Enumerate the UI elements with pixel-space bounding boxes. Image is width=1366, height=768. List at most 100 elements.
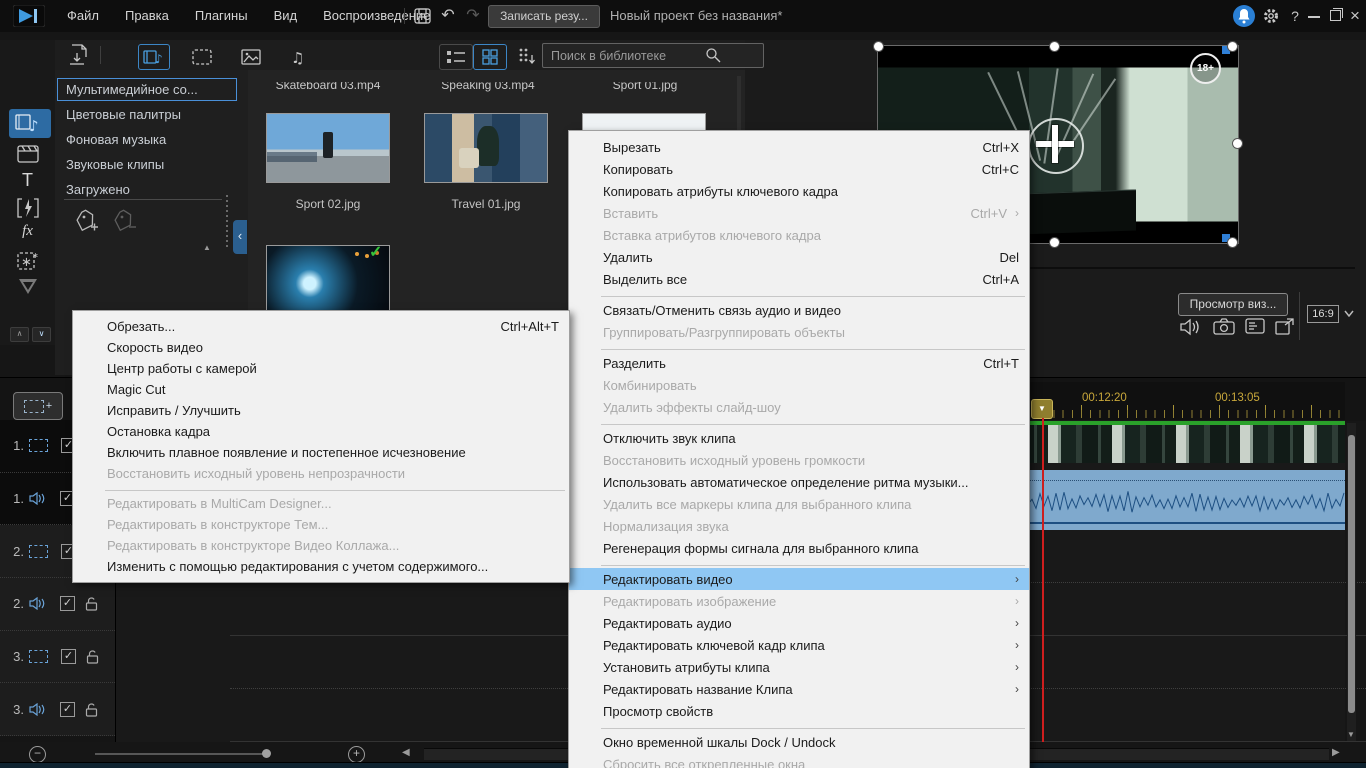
track-enable-checkbox[interactable]: ✓	[60, 596, 75, 611]
filter-music-icon[interactable]: ♫	[283, 44, 315, 70]
room-scroll-up-icon[interactable]: ∧	[10, 327, 29, 342]
project-room-icon[interactable]	[0, 145, 55, 163]
timeline-vscrollbar[interactable]	[1347, 423, 1356, 741]
media-room-icon[interactable]: ♪	[0, 112, 55, 134]
effect-room-icon[interactable]	[0, 198, 55, 218]
context-menu-item[interactable]: Просмотр свойств	[569, 700, 1029, 722]
resize-handle[interactable]	[1228, 42, 1237, 51]
submenu-item[interactable]: Редактировать в конструкторе Видео Колла…	[73, 535, 569, 556]
overlay-room-icon[interactable]: ∗∗	[0, 250, 55, 272]
context-menu-item[interactable]: Копировать атрибуты ключевого кадра	[569, 180, 1029, 202]
context-menu-item[interactable]: Нормализация звука	[569, 515, 1029, 537]
playhead-line[interactable]	[1042, 418, 1044, 742]
sort-icon[interactable]	[518, 47, 536, 65]
menubar-item[interactable]: Правка	[112, 0, 182, 32]
produce-button[interactable]: Записать резу...	[488, 5, 600, 28]
context-menu-item[interactable]: Установить атрибуты клипа ›	[569, 656, 1029, 678]
mute-speaker-icon[interactable]	[1180, 318, 1202, 336]
zoom-slider-track[interactable]	[95, 753, 270, 755]
resize-handle[interactable]	[1050, 42, 1059, 51]
context-menu-item[interactable]: Копировать Ctrl+C	[569, 158, 1029, 180]
undock-preview-icon[interactable]	[1275, 318, 1295, 335]
import-media-icon[interactable]	[69, 44, 91, 65]
context-menu-item[interactable]	[569, 722, 1029, 731]
filter-all-media-icon[interactable]: ♪	[138, 44, 170, 70]
media-thumbnail[interactable]	[266, 113, 390, 183]
list-view-icon[interactable]	[439, 44, 473, 70]
details-icon[interactable]	[1245, 318, 1265, 334]
submenu-item[interactable]: Изменить с помощью редактирования с учет…	[73, 556, 569, 577]
context-menu-item[interactable]: Отключить звук клипа	[569, 427, 1029, 449]
context-menu-item[interactable]	[569, 559, 1029, 568]
library-category-item[interactable]: Цветовые палитры	[57, 103, 237, 126]
context-menu-item[interactable]: Вставка атрибутов ключевого кадра	[569, 224, 1029, 246]
track-manager-button[interactable]: +	[13, 392, 63, 420]
save-icon[interactable]	[414, 8, 431, 24]
resize-handle[interactable]	[874, 42, 883, 51]
menubar-item[interactable]: Вид	[261, 0, 311, 32]
minimize-icon[interactable]	[1308, 16, 1320, 18]
submenu-item[interactable]	[73, 484, 569, 493]
room-scroll-down-icon[interactable]: ∨	[32, 327, 51, 342]
media-thumbnail-selected[interactable]: ✓	[266, 245, 390, 315]
context-menu-item[interactable]: Комбинировать	[569, 374, 1029, 396]
context-menu-item[interactable]: Связать/Отменить связь аудио и видео	[569, 299, 1029, 321]
submenu-item[interactable]: Редактировать в конструкторе Тем...	[73, 514, 569, 535]
preview-quality-button[interactable]: Просмотр виз...	[1178, 293, 1288, 316]
aspect-ratio-value[interactable]: 16:9	[1307, 305, 1339, 323]
timeline-scroll-left-icon[interactable]: ◀	[402, 747, 410, 758]
resize-handle[interactable]	[1050, 238, 1059, 247]
playhead-handle[interactable]: ▼	[1031, 399, 1053, 419]
category-scroll-up-icon[interactable]: ▲	[203, 243, 211, 252]
object-move-handle[interactable]	[1052, 125, 1058, 163]
context-menu-item[interactable]: Вставить Ctrl+V ›	[569, 202, 1029, 224]
context-menu-item[interactable]: Удалить Del	[569, 246, 1029, 268]
restore-icon[interactable]	[1330, 10, 1341, 21]
track-lock-icon[interactable]	[85, 702, 98, 717]
library-category-item[interactable]: Мультимедийное со...	[57, 78, 237, 101]
context-menu-item[interactable]: Редактировать видео ›	[569, 568, 1029, 590]
resize-handle[interactable]	[1233, 139, 1242, 148]
timeline-scroll-down-icon[interactable]: ▼	[1347, 730, 1355, 739]
context-menu-item[interactable]: Регенерация формы сигнала для выбранного…	[569, 537, 1029, 559]
menubar-item[interactable]: Плагины	[182, 0, 261, 32]
zoom-out-button[interactable]: −	[29, 746, 46, 763]
context-menu-item[interactable]	[569, 290, 1029, 299]
particle-room-icon[interactable]	[0, 277, 55, 295]
track-header-row[interactable]: 3. ✓	[0, 631, 115, 684]
settings-gear-icon[interactable]	[1262, 7, 1280, 25]
track-enable-checkbox[interactable]: ✓	[61, 649, 76, 664]
library-category-item[interactable]: Звуковые клипы	[57, 153, 237, 176]
track-header-row[interactable]: 2. ✓	[0, 578, 115, 631]
submenu-item[interactable]: Magic Cut	[73, 379, 569, 400]
filter-video-icon[interactable]	[186, 44, 218, 70]
resize-handle[interactable]	[1228, 238, 1237, 247]
notifications-bell-icon[interactable]	[1233, 5, 1255, 27]
panel-drag-handle[interactable]	[226, 195, 228, 247]
zoom-in-button[interactable]: +	[348, 746, 365, 763]
media-thumbnail[interactable]	[424, 113, 548, 183]
grid-view-icon[interactable]	[473, 44, 507, 70]
fx-room-icon[interactable]: fx	[0, 223, 55, 240]
context-menu-item[interactable]: Вырезать Ctrl+X	[569, 136, 1029, 158]
context-menu-item[interactable]: Удалить все маркеры клипа для выбранного…	[569, 493, 1029, 515]
submenu-item[interactable]: Остановка кадра	[73, 421, 569, 442]
library-category-item[interactable]: Фоновая музыка	[57, 128, 237, 151]
snapshot-camera-icon[interactable]	[1213, 318, 1235, 335]
zoom-slider-handle[interactable]	[262, 749, 271, 758]
submenu-item[interactable]: Редактировать в MultiCam Designer...	[73, 493, 569, 514]
track-lock-icon[interactable]	[85, 596, 98, 611]
context-menu-item[interactable]	[569, 343, 1029, 352]
context-menu-item[interactable]: Редактировать аудио ›	[569, 612, 1029, 634]
track-lock-icon[interactable]	[86, 649, 99, 664]
undo-icon[interactable]: ↶	[438, 0, 458, 32]
context-menu-item[interactable]: Окно временной шкалы Dock / Undock	[569, 731, 1029, 753]
context-menu-item[interactable]: Редактировать изображение ›	[569, 590, 1029, 612]
close-icon[interactable]: ×	[1345, 0, 1365, 32]
submenu-item[interactable]: Скорость видео	[73, 337, 569, 358]
collapse-panel-button[interactable]: ‹	[233, 220, 247, 254]
context-menu-item[interactable]: Разделить Ctrl+T	[569, 352, 1029, 374]
track-header-row[interactable]: 3. ✓	[0, 683, 115, 736]
context-menu-item[interactable]: Выделить все Ctrl+A	[569, 268, 1029, 290]
search-input[interactable]	[542, 43, 764, 68]
